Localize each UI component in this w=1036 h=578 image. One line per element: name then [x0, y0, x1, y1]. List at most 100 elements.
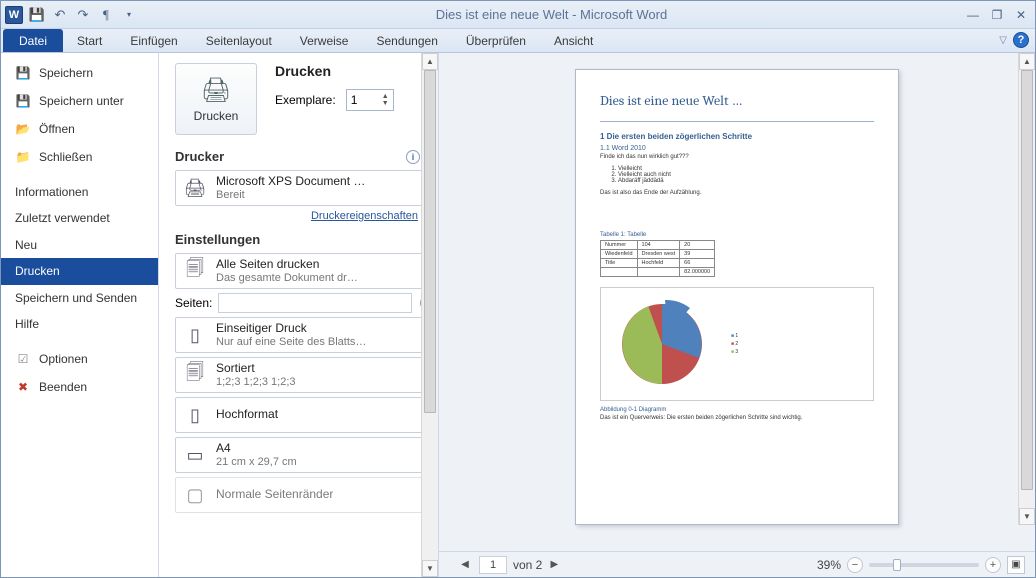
- copies-input[interactable]: 1 ▲▼: [346, 89, 394, 111]
- doc-h11: 1.1 Word 2010: [600, 145, 874, 152]
- save-qat-button[interactable]: 💾: [26, 4, 48, 26]
- nav-close-label: Schließen: [39, 150, 92, 164]
- scroll-down-button[interactable]: ▼: [422, 560, 438, 577]
- nav-help[interactable]: Hilfe: [1, 311, 158, 337]
- copies-label: Exemplare:: [275, 93, 336, 107]
- copies-value: 1: [351, 93, 358, 107]
- printer-status: Bereit: [216, 189, 365, 201]
- undo-button[interactable]: ↶: [49, 4, 71, 26]
- print-panel-scrollbar[interactable]: ▲ ▼: [421, 53, 438, 577]
- nav-save-send[interactable]: Speichern und Senden: [1, 285, 158, 311]
- nav-print[interactable]: Drucken: [1, 258, 158, 284]
- pages-icon: 🗐: [182, 258, 208, 284]
- margins-title: Normale Seitenränder: [216, 488, 333, 501]
- tab-view[interactable]: Ansicht: [540, 29, 607, 52]
- fit-to-window-button[interactable]: ▣: [1007, 556, 1025, 574]
- nav-save-as[interactable]: 💾Speichern unter: [1, 87, 158, 115]
- next-page-button[interactable]: ▶: [546, 557, 562, 573]
- table-caption: Tabelle 1: Tabelle: [600, 232, 874, 238]
- paper-sub: 21 cm x 29,7 cm: [216, 456, 297, 468]
- doc-end: Das ist also das Ende der Aufzählung.: [600, 190, 874, 196]
- page-navigator: ◀ 1 von 2 ▶: [457, 556, 562, 574]
- printer-icon: 🖨: [201, 76, 231, 105]
- collate-select[interactable]: 🗐 Sortiert1;2;3 1;2;3 1;2;3 ▼: [175, 357, 434, 393]
- copies-spinner[interactable]: ▲▼: [382, 93, 389, 107]
- paper-icon: ▭: [182, 442, 208, 468]
- collate-title: Sortiert: [216, 362, 296, 375]
- zoom-label: 39%: [817, 558, 841, 572]
- close-window-button[interactable]: ✕: [1011, 7, 1031, 23]
- pages-input[interactable]: [218, 293, 412, 313]
- zoom-in-button[interactable]: +: [985, 557, 1001, 573]
- exit-icon: ✖: [15, 379, 31, 395]
- orientation-select[interactable]: ▯ Hochformat ▼: [175, 397, 434, 433]
- tab-start[interactable]: Start: [63, 29, 116, 52]
- tab-mailings[interactable]: Sendungen: [362, 29, 451, 52]
- orient-title: Hochformat: [216, 408, 278, 421]
- nav-new-label: Neu: [15, 238, 37, 252]
- nav-options-label: Optionen: [39, 352, 88, 366]
- zoom-controls: 39% − + ▣: [817, 556, 1025, 574]
- zoom-slider[interactable]: [869, 563, 979, 567]
- file-tab[interactable]: Datei: [3, 29, 63, 52]
- nav-save[interactable]: 💾Speichern: [1, 59, 158, 87]
- preview-scrollbar[interactable]: ▲ ▼: [1018, 53, 1035, 525]
- scroll-up-button[interactable]: ▲: [422, 53, 438, 70]
- printer-section-heading: Drucker: [175, 149, 224, 164]
- nav-new[interactable]: Neu: [1, 232, 158, 258]
- collate-icon: 🗐: [182, 362, 208, 388]
- preview-status-bar: ◀ 1 von 2 ▶ 39% − + ▣: [439, 551, 1035, 577]
- nav-savesend-label: Speichern und Senden: [15, 291, 137, 305]
- printer-properties-link[interactable]: Druckereigenschaften: [175, 210, 418, 222]
- scroll-down-button[interactable]: ▼: [1019, 508, 1035, 525]
- duplex-title: Einseitiger Druck: [216, 322, 366, 335]
- print-panel: 🖨 Drucken Drucken Exemplare: 1 ▲▼ Drucke…: [159, 53, 439, 577]
- pages-label: Seiten:: [175, 296, 212, 310]
- margins-select[interactable]: ▢ Normale Seitenränder ▼: [175, 477, 434, 513]
- tab-insert[interactable]: Einfügen: [116, 29, 191, 52]
- doc-li3: Abdaräff jäddädä: [618, 178, 874, 184]
- nav-recent[interactable]: Zuletzt verwendet: [1, 205, 158, 231]
- doc-title: Dies ist eine neue Welt …: [600, 92, 874, 109]
- printer-select[interactable]: 🖨 Microsoft XPS Document … Bereit ▼: [175, 170, 434, 206]
- nav-info[interactable]: Informationen: [1, 179, 158, 205]
- nav-options[interactable]: ☑ Optionen: [1, 345, 158, 373]
- options-icon: ☑: [15, 351, 31, 367]
- restore-button[interactable]: ❐: [987, 7, 1007, 23]
- save-icon: 💾: [15, 65, 31, 81]
- open-folder-icon: 📂: [15, 121, 31, 137]
- preview-canvas: Dies ist eine neue Welt … 1 Die ersten b…: [439, 53, 1035, 551]
- nav-help-label: Hilfe: [15, 317, 39, 331]
- print-heading: Drucken: [275, 63, 394, 79]
- fig-caption: Abbildung 0-1 Diagramm: [600, 407, 874, 413]
- print-button[interactable]: 🖨 Drucken: [175, 63, 257, 135]
- nav-open-label: Öffnen: [39, 122, 75, 136]
- ribbon-minimize-icon[interactable]: ▽: [999, 35, 1007, 46]
- zoom-out-button[interactable]: −: [847, 557, 863, 573]
- tab-references[interactable]: Verweise: [286, 29, 363, 52]
- help-icon[interactable]: ?: [1013, 32, 1029, 48]
- tab-review[interactable]: Überprüfen: [452, 29, 540, 52]
- nav-close[interactable]: 📁Schließen: [1, 143, 158, 171]
- prev-page-button[interactable]: ◀: [457, 557, 473, 573]
- printer-info-icon[interactable]: i: [406, 150, 420, 164]
- qat-more-button[interactable]: ▾: [118, 4, 140, 26]
- nav-saveas-label: Speichern unter: [39, 94, 124, 108]
- paper-select[interactable]: ▭ A421 cm x 29,7 cm ▼: [175, 437, 434, 473]
- scope-sub: Das gesamte Dokument dr…: [216, 272, 358, 284]
- page-number-field[interactable]: 1: [479, 556, 507, 574]
- doc-chart: ■ 1 ■ 2 ■ 3: [600, 287, 874, 401]
- nav-open[interactable]: 📂 Öffnen: [1, 115, 158, 143]
- backstage-nav: 💾Speichern 💾Speichern unter 📂Öffnen 📁Sch…: [1, 53, 159, 577]
- print-scope-select[interactable]: 🗐 Alle Seiten druckenDas gesamte Dokumen…: [175, 253, 434, 289]
- minimize-button[interactable]: —: [963, 7, 983, 23]
- scroll-up-button[interactable]: ▲: [1019, 53, 1035, 70]
- nav-exit[interactable]: ✖Beenden: [1, 373, 158, 401]
- show-marks-button[interactable]: ¶: [95, 4, 117, 26]
- tab-pagelayout[interactable]: Seitenlayout: [192, 29, 286, 52]
- redo-button[interactable]: ↷: [72, 4, 94, 26]
- scope-title: Alle Seiten drucken: [216, 258, 358, 271]
- duplex-select[interactable]: ▯ Einseitiger DruckNur auf eine Seite de…: [175, 317, 434, 353]
- print-preview: Dies ist eine neue Welt … 1 Die ersten b…: [439, 53, 1035, 577]
- page-single-icon: ▯: [182, 322, 208, 348]
